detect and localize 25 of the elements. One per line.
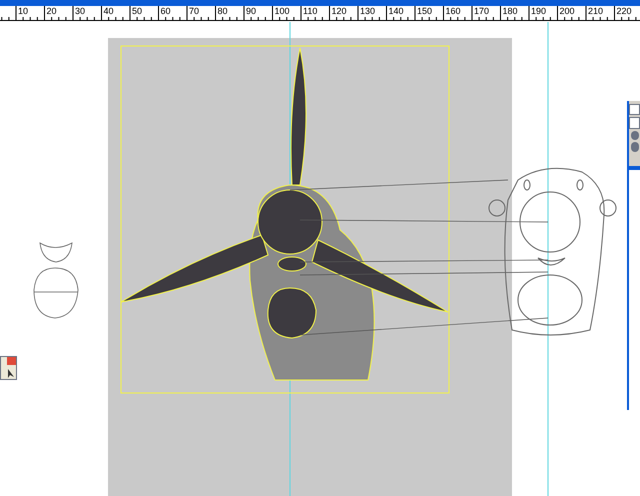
ruler-label: 160 <box>446 6 461 17</box>
ruler-label: 30 <box>75 6 86 17</box>
ruler-label: 130 <box>360 6 376 17</box>
ruler-label: 90 <box>246 6 256 17</box>
ruler-label: 10 <box>18 6 28 17</box>
ruler-label: 120 <box>332 6 347 17</box>
ruler-label: 80 <box>218 6 228 17</box>
ruler-label: 70 <box>189 6 200 17</box>
ruler-label: 50 <box>132 6 142 17</box>
ruler-label: 20 <box>46 6 57 17</box>
ruler-label: 110 <box>303 6 318 17</box>
ruler-label: 40 <box>104 6 114 17</box>
ruler-label: 190 <box>531 6 546 17</box>
panel-tab[interactable] <box>629 117 640 129</box>
panel-tab[interactable] <box>629 104 640 116</box>
ruler-label: 180 <box>502 6 518 17</box>
ruler-label: 60 <box>160 6 171 17</box>
pointer-tool-icon[interactable] <box>7 369 15 378</box>
ruler-label: 150 <box>417 6 432 17</box>
ruler-label: 140 <box>388 6 404 17</box>
ruler-label: 100 <box>274 6 290 17</box>
ruler-label: 200 <box>560 6 575 17</box>
ruler-label: 170 <box>474 6 490 17</box>
ruler-label: 220 <box>616 6 632 17</box>
ruler-label: 210 <box>588 6 604 17</box>
